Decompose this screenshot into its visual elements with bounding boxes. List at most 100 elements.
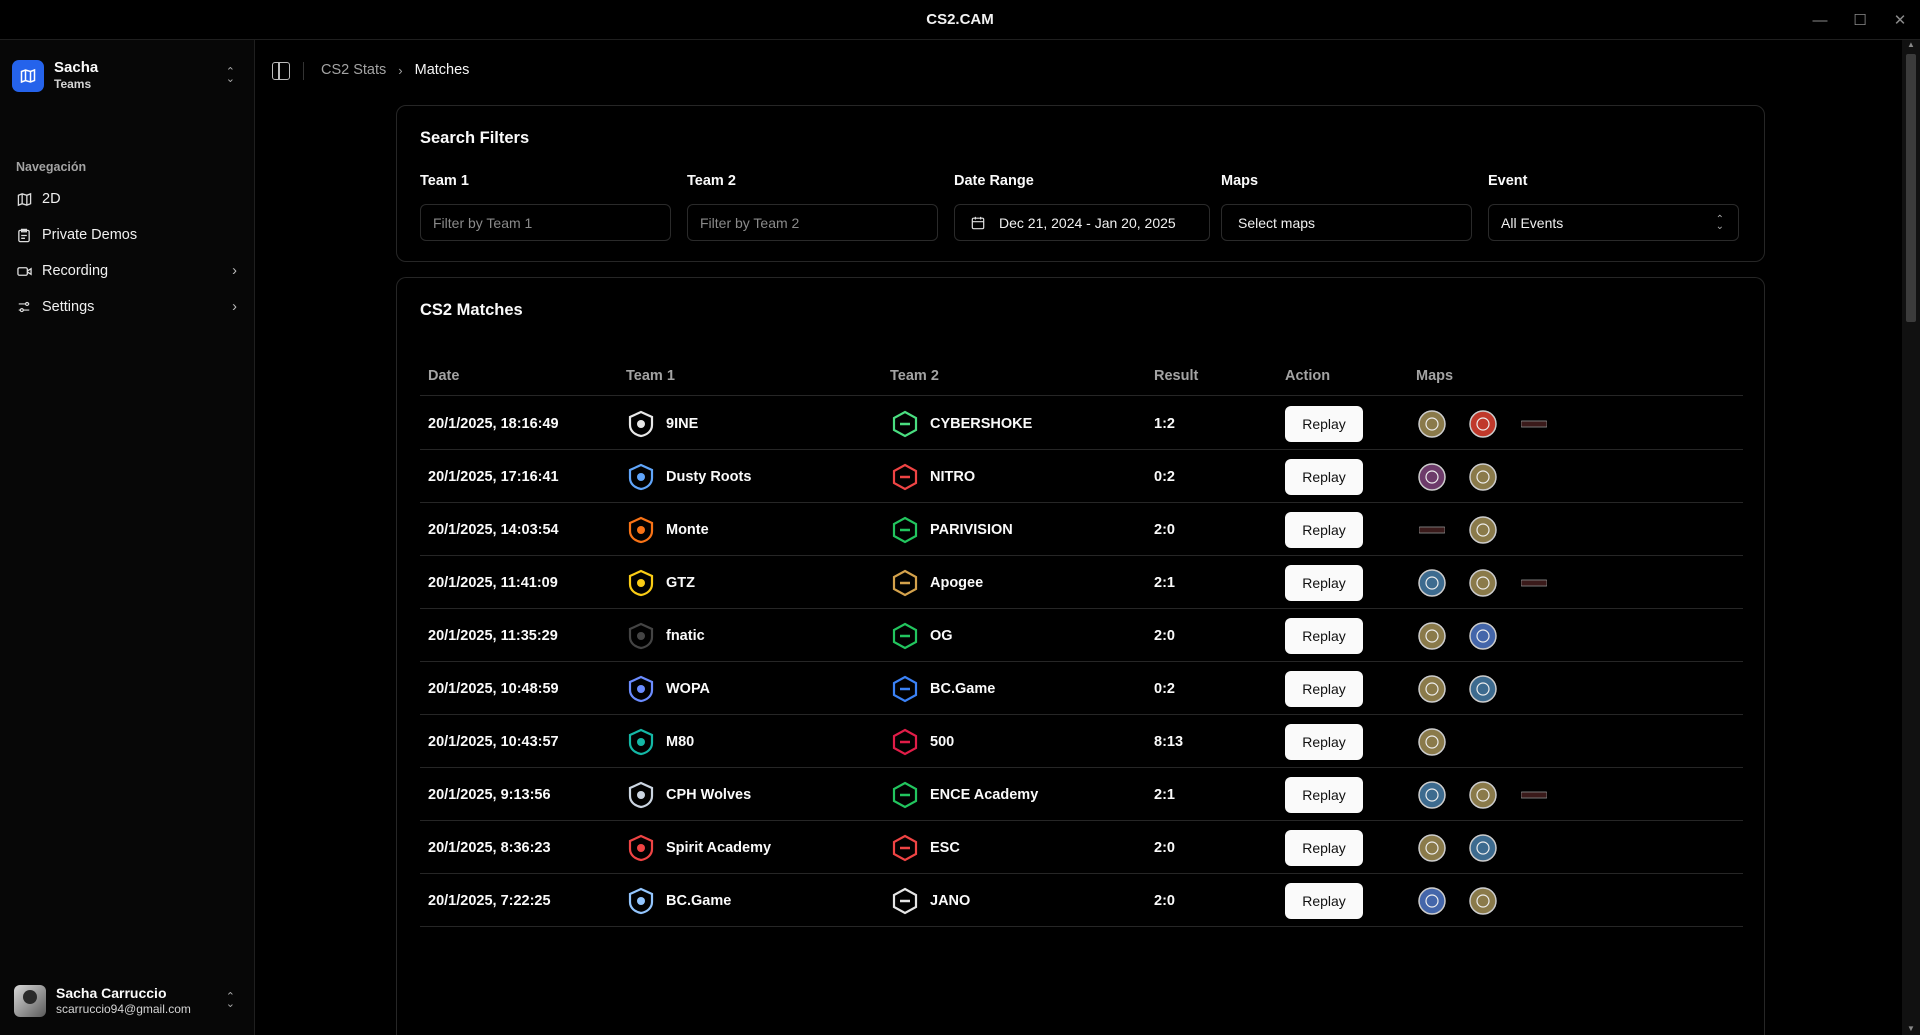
replay-button[interactable]: Replay xyxy=(1285,458,1363,495)
date-range-picker[interactable]: Dec 21, 2024 - Jan 20, 2025 xyxy=(954,204,1210,241)
replay-button[interactable]: Replay xyxy=(1285,617,1363,654)
map-nuke-icon xyxy=(1518,779,1550,811)
match-date: 20/1/2025, 10:48:59 xyxy=(428,680,559,697)
map-ancient-icon xyxy=(1467,514,1499,546)
map-ancient-icon xyxy=(1416,673,1448,705)
chevron-right-icon: › xyxy=(398,62,403,78)
team-logo-icon xyxy=(626,568,656,598)
maps-cell xyxy=(1416,662,1518,715)
sidebar-toggle-icon[interactable] xyxy=(272,62,290,80)
action-cell: Replay xyxy=(1285,503,1363,556)
map-icon xyxy=(16,191,32,207)
column-header-action: Action xyxy=(1285,368,1331,384)
match-date: 20/1/2025, 14:03:54 xyxy=(428,521,559,538)
team2-name: OG xyxy=(930,627,953,644)
team-logo-icon xyxy=(890,886,920,916)
action-cell: Replay xyxy=(1285,397,1363,450)
team2-input[interactable]: Filter by Team 2 xyxy=(687,204,938,241)
minimize-icon[interactable]: — xyxy=(1800,0,1840,40)
sidebar-item-2d[interactable]: 2D xyxy=(8,181,247,217)
team-switcher[interactable]: Sacha Teams ⌃ ⌄ xyxy=(12,54,243,98)
event-select[interactable]: All Events ⌃ ⌄ xyxy=(1488,204,1739,241)
main-content: CS2 Stats › Matches Search Filters Team … xyxy=(256,40,1902,1035)
sidebar-item-settings[interactable]: Settings › xyxy=(8,289,247,325)
map-ancient-icon xyxy=(1416,832,1448,864)
team-logo-icon xyxy=(890,515,920,545)
breadcrumb-current: Matches xyxy=(414,62,470,78)
team-logo-icon xyxy=(626,621,656,651)
maps-filter: Maps Select maps xyxy=(1221,173,1472,241)
match-result: 2:1 xyxy=(1154,786,1175,803)
replay-button[interactable]: Replay xyxy=(1285,670,1363,707)
sidebar-item-recording[interactable]: Recording › xyxy=(8,253,247,289)
breadcrumb-root[interactable]: CS2 Stats xyxy=(321,62,386,78)
team2-name: 500 xyxy=(930,733,955,750)
column-header-maps: Maps xyxy=(1416,368,1454,384)
action-cell: Replay xyxy=(1285,609,1363,662)
map-icon xyxy=(12,60,44,92)
user-menu[interactable]: Sacha Carruccio scarruccio94@gmail.com ⌃… xyxy=(14,981,243,1021)
replay-button[interactable]: Replay xyxy=(1285,564,1363,601)
column-header-team2: Team 2 xyxy=(890,368,939,384)
map-nuke-icon xyxy=(1416,514,1448,546)
table-row: 20/1/2025, 14:03:54 Monte PARIVISION 2:0… xyxy=(420,503,1743,556)
calendar-icon xyxy=(971,216,985,230)
team1-cell: Dusty Roots xyxy=(626,450,751,503)
maps-select[interactable]: Select maps xyxy=(1221,204,1472,241)
map-ancient-icon xyxy=(1467,567,1499,599)
team-logo-icon xyxy=(626,674,656,704)
map-ancient-icon xyxy=(1416,408,1448,440)
replay-button[interactable]: Replay xyxy=(1285,723,1363,760)
match-date: 20/1/2025, 11:35:29 xyxy=(428,627,558,644)
table-row: 20/1/2025, 10:43:57 M80 500 8:13 Replay xyxy=(420,715,1743,768)
replay-button[interactable]: Replay xyxy=(1285,511,1363,548)
scrollbar[interactable]: ▲ ▼ xyxy=(1902,40,1920,1035)
match-date: 20/1/2025, 8:36:23 xyxy=(428,839,551,856)
action-cell: Replay xyxy=(1285,662,1363,715)
nav-menu: 2D Private Demos Recording › Settings › xyxy=(8,181,247,325)
team-logo-icon xyxy=(626,727,656,757)
team2-name: NITRO xyxy=(930,468,976,485)
action-cell: Replay xyxy=(1285,450,1363,503)
team1-name: M80 xyxy=(666,733,695,750)
divider xyxy=(303,62,304,80)
replay-button[interactable]: Replay xyxy=(1285,405,1363,442)
table-header: Date Team 1 Team 2 Result Action Maps xyxy=(420,356,1743,396)
map-mirage-icon xyxy=(1416,567,1448,599)
map-nuke-icon xyxy=(1518,408,1550,440)
action-cell: Replay xyxy=(1285,874,1363,927)
replay-button[interactable]: Replay xyxy=(1285,882,1363,919)
match-date: 20/1/2025, 7:22:25 xyxy=(428,892,551,909)
maps-label: Maps xyxy=(1221,173,1259,189)
event-filter: Event All Events ⌃ ⌄ xyxy=(1488,173,1739,241)
action-cell: Replay xyxy=(1285,556,1363,609)
maps-cell xyxy=(1416,715,1467,768)
maximize-icon[interactable]: ☐ xyxy=(1840,0,1880,40)
chevron-right-icon: › xyxy=(232,263,237,279)
scrollbar-thumb[interactable] xyxy=(1906,54,1916,322)
team-logo-icon xyxy=(890,727,920,757)
team2-name: ESC xyxy=(930,839,960,856)
action-cell: Replay xyxy=(1285,821,1363,874)
avatar xyxy=(14,985,46,1017)
sliders-icon xyxy=(16,299,32,315)
maps-cell xyxy=(1416,768,1569,821)
map-ancient-icon xyxy=(1467,779,1499,811)
team2-name: Apogee xyxy=(930,574,984,591)
scroll-up-icon[interactable]: ▲ xyxy=(1906,40,1916,49)
team-logo-icon xyxy=(890,674,920,704)
close-icon[interactable]: ✕ xyxy=(1880,0,1920,40)
sidebar-item-private-demos[interactable]: Private Demos xyxy=(8,217,247,253)
team1-name: Spirit Academy xyxy=(666,839,772,856)
action-cell: Replay xyxy=(1285,768,1363,821)
event-label: Event xyxy=(1488,173,1528,189)
replay-button[interactable]: Replay xyxy=(1285,829,1363,866)
scroll-down-icon[interactable]: ▼ xyxy=(1906,1024,1916,1033)
map-anubis-icon xyxy=(1467,408,1499,440)
team-logo-icon xyxy=(626,886,656,916)
team-logo-icon xyxy=(890,621,920,651)
replay-button[interactable]: Replay xyxy=(1285,776,1363,813)
match-date: 20/1/2025, 18:16:49 xyxy=(428,415,559,432)
team1-input[interactable]: Filter by Team 1 xyxy=(420,204,671,241)
nav-heading: Navegación xyxy=(16,160,87,174)
